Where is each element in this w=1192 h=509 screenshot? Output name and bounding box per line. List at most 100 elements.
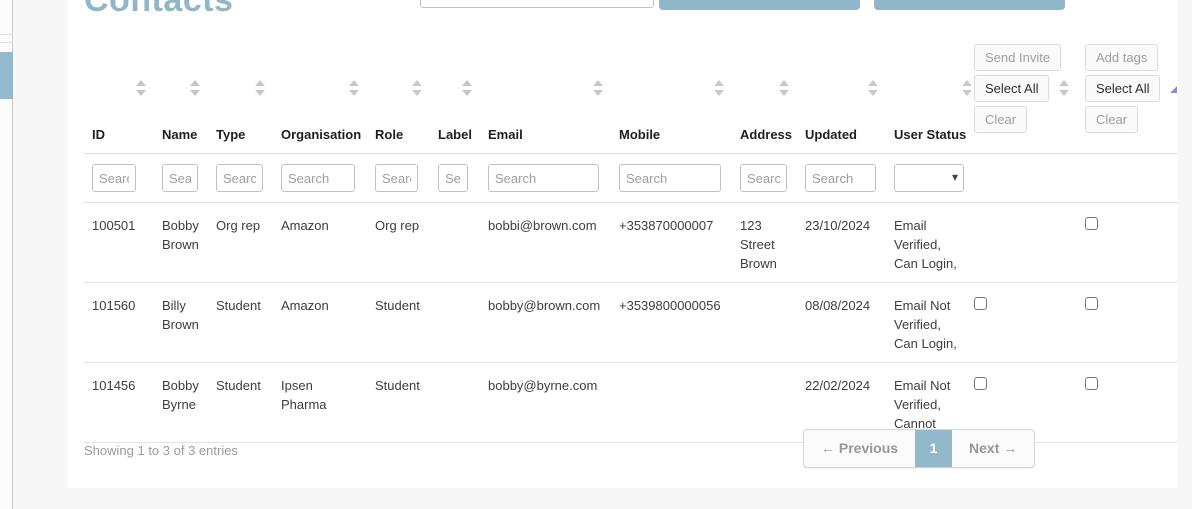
global-search-input[interactable] — [420, 0, 654, 8]
cell-address: 123 Street Brown — [732, 203, 797, 283]
cell-label — [430, 363, 480, 443]
column-label: Email — [488, 127, 523, 142]
cell-id: 101456 — [84, 363, 154, 443]
cell-mobile: +353870000007 — [611, 203, 732, 283]
column-header-label[interactable]: Label — [430, 44, 480, 154]
tags-checkbox[interactable] — [1085, 377, 1098, 390]
invite-checkbox[interactable] — [974, 377, 987, 390]
sidebar-divider — [0, 34, 13, 35]
header-row: ID Name Type Organisation Role — [84, 44, 1178, 154]
cell-address — [732, 283, 797, 363]
sort-icon[interactable] — [190, 80, 200, 97]
cell-organisation: Amazon — [273, 203, 367, 283]
invite-checkbox[interactable] — [974, 297, 987, 310]
sort-icon[interactable] — [136, 80, 146, 97]
current-page-button[interactable]: 1 — [915, 430, 952, 467]
user-status-filter-select[interactable] — [894, 164, 964, 192]
cell-name: Bobby Byrne — [154, 363, 208, 443]
table-row: 101560Billy BrownStudentAmazonStudentbob… — [84, 283, 1178, 363]
filter-name-input[interactable] — [162, 164, 198, 192]
cell-organisation: Amazon — [273, 283, 367, 363]
select-all-tags-button[interactable]: Select All — [1085, 75, 1160, 102]
column-header-name[interactable]: Name — [154, 44, 208, 154]
column-header-updated[interactable]: Updated — [797, 44, 886, 154]
filter-address-input[interactable] — [740, 164, 787, 192]
cell-label — [430, 283, 480, 363]
tags-checkbox[interactable] — [1085, 217, 1098, 230]
sort-icon[interactable] — [868, 80, 878, 97]
cell-email: bobby@brown.com — [480, 283, 611, 363]
previous-page-button[interactable]: ← Previous — [804, 430, 915, 467]
cell-type: Org rep — [208, 203, 273, 283]
tags-checkbox[interactable] — [1085, 297, 1098, 310]
column-label: Label — [438, 127, 472, 142]
cell-mobile: +3539800000056 — [611, 283, 732, 363]
cell-mobile — [611, 363, 732, 443]
column-label: Role — [375, 127, 403, 142]
cell-role: Student — [367, 363, 430, 443]
column-header-role[interactable]: Role — [367, 44, 430, 154]
filter-mobile-input[interactable] — [619, 164, 721, 192]
clear-tags-button[interactable]: Clear — [1085, 106, 1138, 133]
sidebar-active-item[interactable] — [0, 52, 13, 99]
cell-name: Billy Brown — [154, 283, 208, 363]
column-header-user-status[interactable]: User Status — [886, 44, 966, 154]
cell-invite-select — [966, 283, 1077, 363]
column-header-email[interactable]: Email — [480, 44, 611, 154]
collapsed-sidebar[interactable] — [0, 0, 13, 509]
filter-id-input[interactable] — [92, 164, 136, 192]
filter-email-input[interactable] — [488, 164, 599, 192]
table-row: 100501Bobby BrownOrg repAmazonOrg repbob… — [84, 203, 1178, 283]
filter-updated-input[interactable] — [805, 164, 876, 192]
cell-id: 101560 — [84, 283, 154, 363]
header-action-button-2[interactable] — [874, 0, 1065, 10]
column-label: Type — [216, 127, 245, 142]
cell-updated: 08/08/2024 — [797, 283, 886, 363]
next-page-button[interactable]: Next → — [952, 430, 1034, 467]
column-label: Address — [740, 127, 792, 142]
column-header-id[interactable]: ID — [84, 44, 154, 154]
header-action-button-1[interactable] — [659, 0, 860, 10]
column-header-send-invite: Send Invite Select All Clear — [966, 44, 1077, 154]
sort-icon[interactable] — [462, 80, 472, 97]
cell-type: Student — [208, 363, 273, 443]
sort-icon[interactable] — [593, 80, 603, 97]
cell-user-status: Email Verified, Can Login, — [886, 203, 966, 283]
sort-icon[interactable] — [255, 80, 265, 97]
column-label: Organisation — [281, 127, 361, 142]
add-tags-button[interactable]: Add tags — [1085, 44, 1158, 71]
column-header-add-tags: Add tags Select All Clear — [1077, 44, 1178, 154]
column-header-mobile[interactable]: Mobile — [611, 44, 732, 154]
column-header-organisation[interactable]: Organisation — [273, 44, 367, 154]
cell-label — [430, 203, 480, 283]
column-header-address[interactable]: Address — [732, 44, 797, 154]
select-all-invite-button[interactable]: Select All — [974, 75, 1049, 102]
filter-role-input[interactable] — [375, 164, 418, 192]
sidebar-divider — [0, 42, 13, 43]
filter-organisation-input[interactable] — [281, 164, 355, 192]
filter-type-input[interactable] — [216, 164, 263, 192]
page-title: Contacts — [84, 0, 233, 17]
entries-summary: Showing 1 to 3 of 3 entries — [84, 443, 238, 458]
contacts-table: ID Name Type Organisation Role — [84, 44, 1178, 443]
contacts-page: Contacts ID Name Type — [0, 0, 1192, 509]
column-header-type[interactable]: Type — [208, 44, 273, 154]
sort-icon[interactable] — [779, 80, 789, 97]
cell-tags-select — [1077, 363, 1178, 443]
cell-organisation: Ipsen Pharma — [273, 363, 367, 443]
send-invite-button[interactable]: Send Invite — [974, 44, 1061, 71]
sort-icon[interactable] — [349, 80, 359, 97]
cell-type: Student — [208, 283, 273, 363]
clear-invite-button[interactable]: Clear — [974, 106, 1027, 133]
filter-row: ▾ — [84, 154, 1178, 203]
cell-id: 100501 — [84, 203, 154, 283]
cell-address — [732, 363, 797, 443]
sort-icon[interactable] — [714, 80, 724, 97]
cell-name: Bobby Brown — [154, 203, 208, 283]
cell-user-status: Email Not Verified, Can Login, — [886, 283, 966, 363]
column-label: ID — [92, 127, 105, 142]
cell-updated: 23/10/2024 — [797, 203, 886, 283]
cell-tags-select — [1077, 203, 1178, 283]
filter-label-input[interactable] — [438, 164, 468, 192]
sort-icon[interactable] — [412, 80, 422, 97]
